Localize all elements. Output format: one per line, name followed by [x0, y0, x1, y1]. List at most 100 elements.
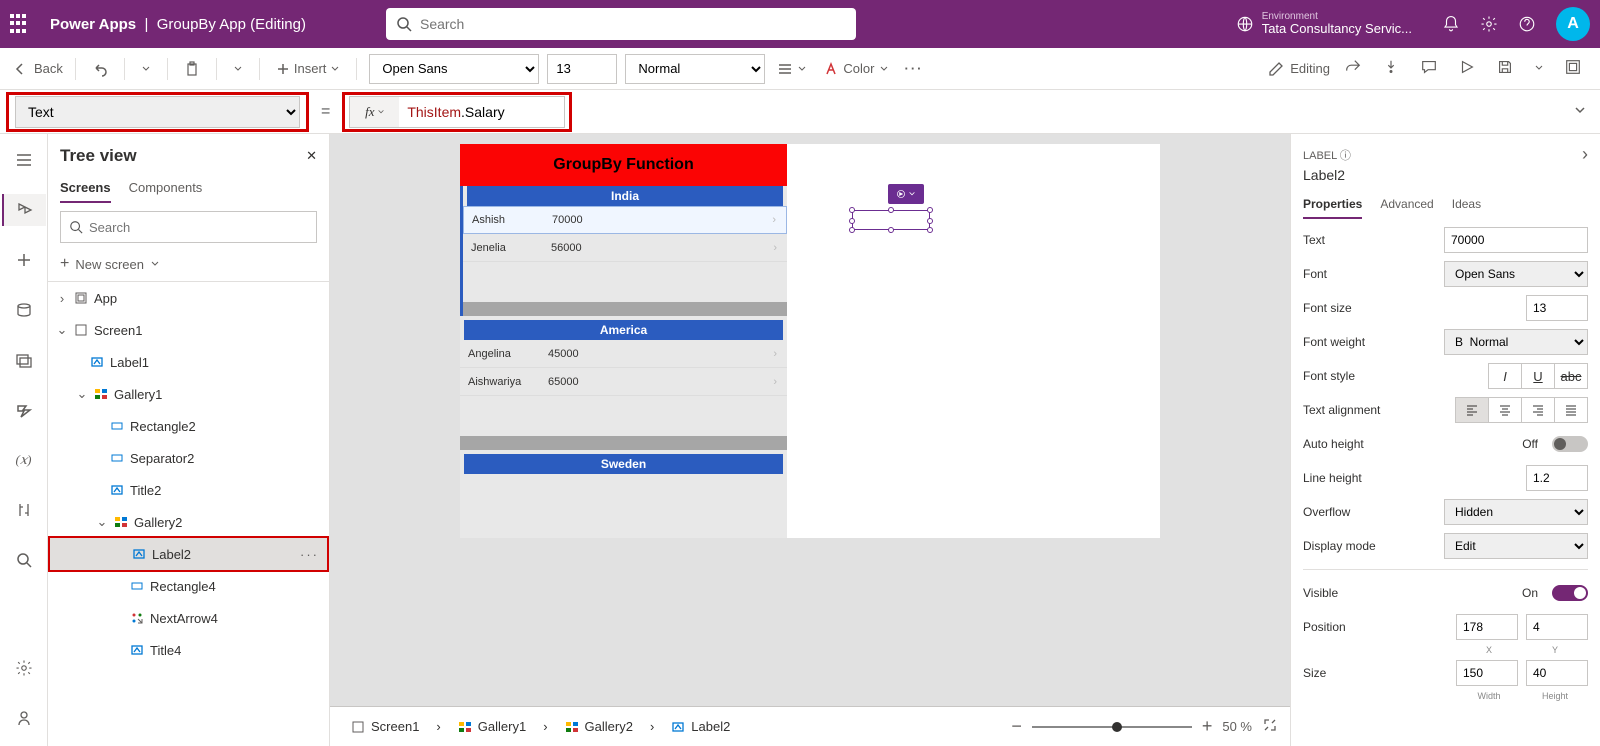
- save-menu[interactable]: [1534, 61, 1544, 76]
- node-title4[interactable]: Title4: [48, 634, 329, 666]
- prop-font-select[interactable]: Open Sans: [1444, 261, 1588, 287]
- undo-menu[interactable]: [137, 64, 155, 74]
- ptab-advanced[interactable]: Advanced: [1380, 191, 1433, 219]
- app-preview[interactable]: GroupBy Function India Ashish70000› Jene…: [460, 144, 1160, 538]
- bc-gallery1[interactable]: Gallery1: [449, 714, 535, 739]
- gallery-row[interactable]: Jenelia56000›: [463, 234, 787, 262]
- media-icon[interactable]: [8, 344, 40, 376]
- formula-expand-icon[interactable]: [1572, 102, 1588, 121]
- prop-displaymode-select[interactable]: Edit: [1444, 533, 1588, 559]
- prop-x-input[interactable]: [1456, 614, 1518, 640]
- gallery-row[interactable]: Angelina45000›: [460, 340, 787, 368]
- font-weight-select[interactable]: Normal: [625, 54, 765, 84]
- paste-button[interactable]: [180, 61, 204, 77]
- global-search[interactable]: [386, 8, 856, 40]
- autoheight-toggle[interactable]: [1552, 436, 1588, 452]
- tree-view-icon[interactable]: [2, 194, 46, 226]
- new-screen-button[interactable]: +New screen: [48, 251, 329, 281]
- notifications-icon[interactable]: [1442, 15, 1460, 33]
- tools-icon[interactable]: [8, 494, 40, 526]
- visible-toggle[interactable]: [1552, 585, 1588, 601]
- fit-icon[interactable]: [1262, 717, 1278, 736]
- flows-icon[interactable]: [8, 394, 40, 426]
- formula-input[interactable]: ThisItem.Salary: [399, 96, 565, 128]
- help-icon[interactable]: [1518, 15, 1536, 33]
- search-input[interactable]: [420, 16, 846, 32]
- insert-pane-icon[interactable]: [8, 244, 40, 276]
- comments-icon[interactable]: [1420, 58, 1438, 79]
- node-app[interactable]: ›App: [48, 282, 329, 314]
- property-selector[interactable]: Text: [15, 96, 300, 128]
- settings-icon[interactable]: [1480, 15, 1498, 33]
- tab-components[interactable]: Components: [129, 174, 203, 203]
- zoom-slider[interactable]: [1032, 726, 1192, 728]
- gallery-group-america[interactable]: America Angelina45000› Aishwariya65000›: [460, 320, 787, 450]
- preview-icon[interactable]: [1458, 58, 1476, 79]
- prop-width-input[interactable]: [1456, 660, 1518, 686]
- publish-icon[interactable]: [1564, 58, 1582, 79]
- back-button[interactable]: Back: [12, 61, 63, 77]
- node-label1[interactable]: Label1: [48, 346, 329, 378]
- strike-button[interactable]: abc: [1554, 363, 1588, 389]
- chevron-right-icon[interactable]: ›: [772, 214, 776, 226]
- more-commands[interactable]: ···: [901, 61, 928, 76]
- fx-button[interactable]: fx: [349, 96, 399, 128]
- node-label2[interactable]: Label2···: [50, 538, 327, 570]
- virtual-agent-icon[interactable]: [8, 702, 40, 734]
- align-menu[interactable]: [773, 61, 811, 77]
- font-family-select[interactable]: Open Sans: [369, 54, 539, 84]
- prop-text-input[interactable]: [1444, 227, 1588, 253]
- gallery-group-sweden[interactable]: Sweden: [460, 454, 787, 474]
- bc-label2[interactable]: Label2: [662, 714, 739, 739]
- zoom-out-icon[interactable]: −: [1011, 716, 1022, 737]
- tree-search[interactable]: [60, 211, 317, 243]
- selection-menu[interactable]: [888, 184, 924, 204]
- align-center-button[interactable]: [1488, 397, 1522, 423]
- bc-screen1[interactable]: Screen1: [342, 714, 428, 739]
- node-gallery1[interactable]: ⌄Gallery1: [48, 378, 329, 410]
- prop-fontsize-input[interactable]: [1526, 295, 1588, 321]
- data-icon[interactable]: [8, 294, 40, 326]
- editing-mode[interactable]: Editing: [1268, 61, 1330, 77]
- node-title2[interactable]: Title2: [48, 474, 329, 506]
- underline-button[interactable]: U: [1521, 363, 1555, 389]
- chevron-right-icon[interactable]: ›: [1582, 144, 1588, 165]
- node-gallery2[interactable]: ⌄Gallery2: [48, 506, 329, 538]
- gallery-row[interactable]: Aishwariya65000›: [460, 368, 787, 396]
- user-avatar[interactable]: A: [1556, 7, 1590, 41]
- node-separator2[interactable]: Separator2: [48, 442, 329, 474]
- info-icon[interactable]: ⓘ: [1340, 150, 1351, 162]
- paste-menu[interactable]: [229, 64, 247, 74]
- close-icon[interactable]: ✕: [306, 148, 317, 164]
- insert-button[interactable]: Insert: [272, 61, 345, 76]
- prop-fontweight-select[interactable]: B Normal: [1444, 329, 1588, 355]
- ptab-ideas[interactable]: Ideas: [1452, 191, 1481, 219]
- color-menu[interactable]: Color: [819, 61, 892, 77]
- chevron-right-icon[interactable]: ›: [773, 348, 777, 360]
- italic-button[interactable]: I: [1488, 363, 1522, 389]
- align-right-button[interactable]: [1521, 397, 1555, 423]
- waffle-icon[interactable]: [10, 14, 30, 34]
- font-size-input[interactable]: [547, 54, 617, 84]
- checker-icon[interactable]: [1382, 58, 1400, 79]
- node-screen1[interactable]: ⌄Screen1: [48, 314, 329, 346]
- node-rectangle4[interactable]: Rectangle4: [48, 570, 329, 602]
- tree-search-input[interactable]: [89, 220, 308, 235]
- align-justify-button[interactable]: [1554, 397, 1588, 423]
- search-rail-icon[interactable]: [8, 544, 40, 576]
- ptab-properties[interactable]: Properties: [1303, 191, 1362, 219]
- prop-y-input[interactable]: [1526, 614, 1588, 640]
- node-rectangle2[interactable]: Rectangle2: [48, 410, 329, 442]
- gallery-group-india[interactable]: India Ashish70000› Jenelia56000›: [460, 186, 787, 316]
- zoom-in-icon[interactable]: +: [1202, 716, 1213, 737]
- variables-icon[interactable]: (𝑥): [8, 444, 40, 476]
- tab-screens[interactable]: Screens: [60, 174, 111, 203]
- prop-overflow-select[interactable]: Hidden: [1444, 499, 1588, 525]
- node-more-icon[interactable]: ···: [300, 547, 319, 562]
- chevron-right-icon[interactable]: ›: [773, 376, 777, 388]
- node-nextarrow4[interactable]: NextArrow4: [48, 602, 329, 634]
- chevron-right-icon[interactable]: ›: [773, 242, 777, 254]
- share-icon[interactable]: [1344, 58, 1362, 79]
- settings-rail-icon[interactable]: [8, 652, 40, 684]
- prop-lineheight-input[interactable]: [1526, 465, 1588, 491]
